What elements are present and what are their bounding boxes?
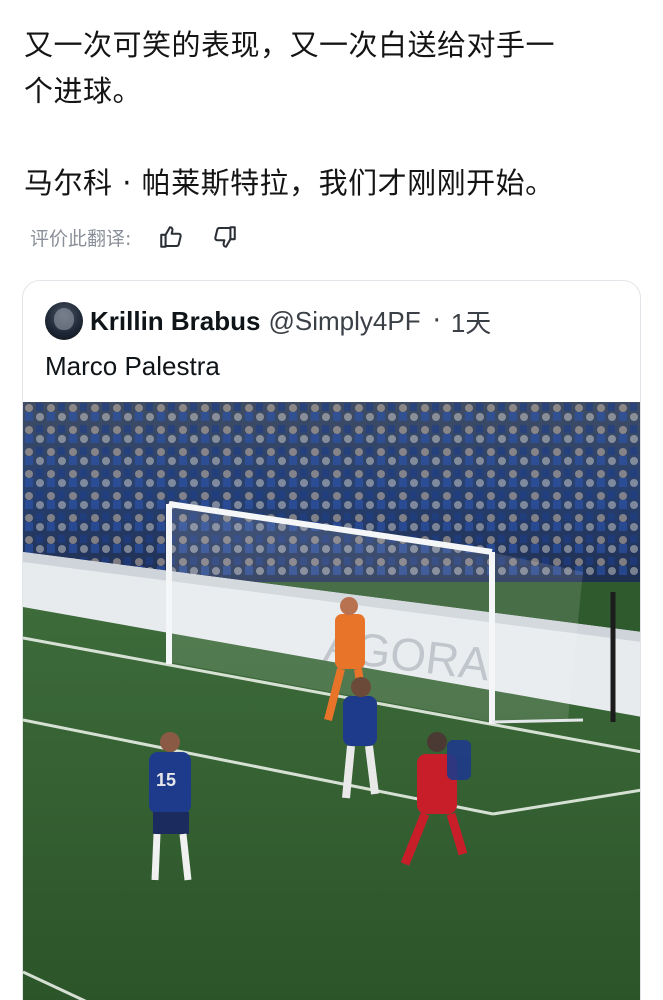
- thumbs-up-icon[interactable]: [157, 223, 185, 251]
- translation-feedback: 评价此翻译:: [30, 222, 239, 252]
- translation-rating-label: 评价此翻译:: [30, 227, 132, 250]
- quoted-tweet-header: Krillin Brabus @Simply4PF · 1天: [45, 301, 491, 341]
- post-text-line: 个进球。: [24, 74, 143, 108]
- avatar[interactable]: [45, 302, 83, 340]
- post-text-line: 又一次可笑的表现，又一次白送给对手一: [24, 28, 556, 62]
- separator-dot: ·: [432, 306, 441, 336]
- timestamp[interactable]: 1天: [451, 303, 491, 340]
- quoted-tweet-card[interactable]: Krillin Brabus @Simply4PF · 1天 Marco Pal…: [22, 280, 641, 1000]
- quoted-tweet-text: Marco Palestra: [45, 351, 220, 381]
- display-name[interactable]: Krillin Brabus: [90, 306, 260, 337]
- thumbs-down-icon[interactable]: [211, 223, 239, 251]
- football-scene-image: AGORA 15: [23, 402, 640, 1000]
- post-text-line: 马尔科 · 帕莱斯特拉，我们才刚刚开始。: [24, 166, 555, 200]
- user-handle[interactable]: @Simply4PF: [268, 306, 420, 337]
- player-number: 15: [156, 770, 176, 790]
- post-text: 又一次可笑的表现，又一次白送给对手一 个进球。 马尔科 · 帕莱斯特拉，我们才刚…: [24, 22, 639, 206]
- video-thumbnail[interactable]: AGORA 15: [23, 402, 640, 1000]
